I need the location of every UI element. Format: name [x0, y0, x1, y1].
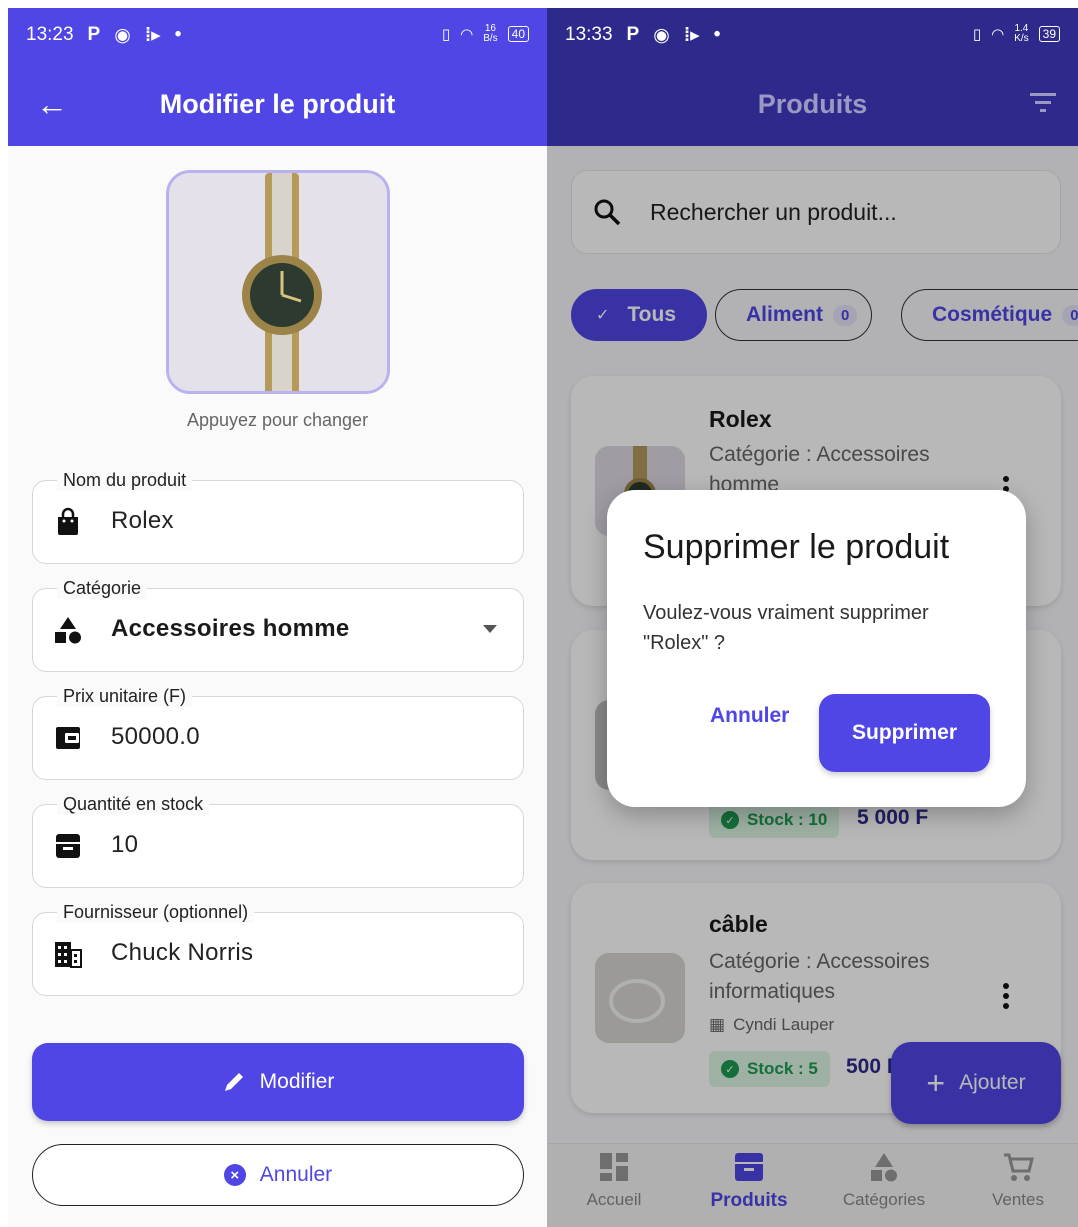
- edit-product-screen: 13:23 P ◉ ⁞▸ • ▯ ◠ 16 B/s 40 ← Modifier …: [8, 8, 547, 1227]
- building-icon: [55, 942, 82, 968]
- app-bar: ← Modifier le produit: [8, 62, 547, 146]
- close-circle-icon: ×: [223, 1164, 246, 1186]
- status-time: 13:33: [565, 24, 613, 45]
- battery-icon: 40: [507, 26, 529, 42]
- app-notification-icon: ◉: [653, 24, 670, 46]
- battery-icon: 39: [1038, 26, 1060, 42]
- wifi-icon: ◠: [460, 26, 474, 43]
- dialog-delete-button[interactable]: Supprimer: [819, 694, 990, 772]
- supplier-field[interactable]: Fournisseur (optionnel) Chuck Norris: [32, 901, 524, 996]
- photo-hint: Appuyez pour changer: [186, 410, 369, 430]
- status-bar: 13:33 P ◉ ⁞▸ • ▯ ◠ 1.4 K/s 39: [547, 8, 1078, 62]
- price-field[interactable]: Prix unitaire (F) 50000.0: [32, 685, 524, 780]
- vibrate-icon: ▯: [441, 26, 451, 43]
- vibrate-icon: ▯: [972, 26, 982, 43]
- product-name-field[interactable]: Nom du produit Rolex: [32, 469, 524, 564]
- price-value: 50000.0: [111, 723, 200, 750]
- watch-image: [169, 173, 387, 391]
- media-icon: ⁞▸: [683, 24, 700, 46]
- wifi-icon: ◠: [991, 26, 1005, 43]
- shopping-bag-icon: [58, 507, 78, 535]
- dot-icon: •: [713, 24, 721, 45]
- cancel-button-label: Annuler: [259, 1163, 333, 1186]
- field-label: Quantité en stock: [57, 793, 210, 815]
- pencil-icon: [224, 1073, 243, 1091]
- stock-field[interactable]: Quantité en stock 10: [32, 793, 524, 888]
- save-button[interactable]: Modifier: [32, 1043, 524, 1121]
- stock-value: 10: [111, 831, 139, 858]
- save-button-label: Modifier: [259, 1070, 335, 1093]
- network-speed: 1.4 K/s: [1014, 23, 1029, 44]
- dropdown-arrow-icon[interactable]: [483, 625, 497, 633]
- field-label: Catégorie: [57, 577, 148, 599]
- category-value: Accessoires homme: [111, 615, 350, 642]
- parking-icon: P: [87, 24, 101, 45]
- parking-icon: P: [626, 24, 640, 45]
- network-speed: 16 B/s: [483, 23, 498, 44]
- products-screen: 13:33 P ◉ ⁞▸ • ▯ ◠ 1.4 K/s 39 Produits R…: [547, 8, 1078, 1227]
- field-label: Prix unitaire (F): [57, 685, 193, 707]
- dot-icon: •: [174, 24, 182, 45]
- dialog-message: Voulez-vous vraiment supprimer "Rolex" ?: [643, 602, 929, 654]
- dialog-cancel-button[interactable]: Annuler: [710, 704, 789, 728]
- delete-dialog: Supprimer le produit Voulez-vous vraimen…: [607, 490, 1026, 807]
- field-label: Nom du produit: [57, 469, 193, 491]
- dialog-title: Supprimer le produit: [643, 528, 950, 566]
- page-title: Produits: [757, 88, 868, 119]
- app-notification-icon: ◉: [114, 24, 131, 46]
- product-photo[interactable]: [166, 170, 390, 394]
- media-icon: ⁞▸: [144, 24, 161, 46]
- status-bar: 13:23 P ◉ ⁞▸ • ▯ ◠ 16 B/s 40: [8, 8, 547, 62]
- wallet-icon: [56, 727, 80, 749]
- product-name-value: Rolex: [111, 507, 174, 534]
- supplier-value: Chuck Norris: [111, 939, 254, 966]
- filter-icon[interactable]: [1028, 90, 1058, 114]
- page-title: Modifier le produit: [159, 88, 396, 119]
- cancel-button[interactable]: × Annuler: [32, 1144, 524, 1206]
- category-select[interactable]: Catégorie Accessoires homme: [32, 577, 524, 672]
- back-arrow-icon[interactable]: ←: [36, 86, 68, 123]
- category-shapes-icon: [55, 617, 81, 644]
- field-label: Fournisseur (optionnel): [57, 901, 255, 923]
- app-bar: Produits: [547, 62, 1078, 146]
- archive-box-icon: [56, 834, 80, 858]
- status-time: 13:23: [26, 24, 74, 45]
